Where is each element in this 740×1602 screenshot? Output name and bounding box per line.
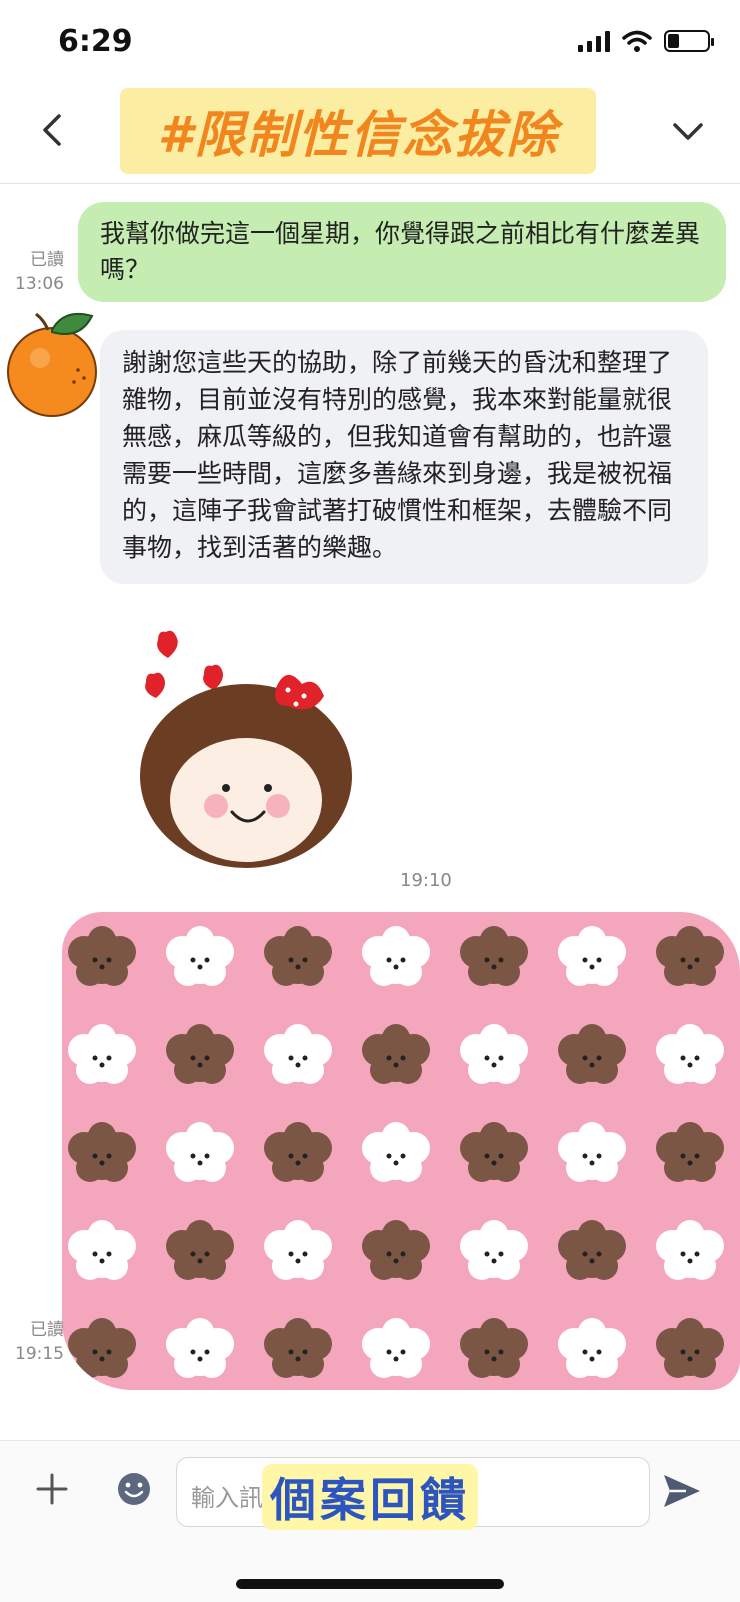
incoming-message-text: 謝謝您這些天的協助，除了前幾天的昏沈和整理了雜物，目前並沒有特別的感覺，我本來對… (122, 348, 673, 562)
white-dog-icon (362, 1318, 430, 1378)
message-input-placeholder: 輸入訊 (191, 1484, 263, 1512)
white-dog-icon (460, 1024, 528, 1084)
chat-title-box: #限制性信念拔除 (120, 88, 596, 174)
orange-avatar-icon[interactable] (0, 310, 112, 420)
outgoing-message-text: 我幫你做完這一個星期，你覺得跟之前相比有什麼差異嗎？ (100, 219, 701, 284)
chevron-left-icon (43, 114, 61, 146)
blurred-image-message[interactable] (62, 912, 740, 1390)
incoming-message-bubble[interactable]: 謝謝您這些天的協助，除了前幾天的昏沈和整理了雜物，目前並沒有特別的感覺，我本來對… (100, 330, 708, 584)
dog-pattern-image (68, 926, 724, 1378)
brown-dog-icon (558, 1024, 626, 1084)
white-dog-icon (166, 926, 234, 986)
white-dog-icon (362, 1122, 430, 1182)
white-dog-icon (166, 1122, 234, 1182)
brown-dog-icon (558, 1220, 626, 1280)
brown-dog-icon (264, 926, 332, 986)
menu-button[interactable] (666, 110, 710, 154)
brown-dog-icon (460, 1122, 528, 1182)
message-time: 13:06 (15, 274, 64, 294)
brown-dog-icon (264, 1318, 332, 1378)
status-time: 6:29 (58, 24, 133, 59)
white-dog-icon (656, 1024, 724, 1084)
chevron-down-icon (673, 123, 703, 140)
white-dog-icon (264, 1024, 332, 1084)
white-dog-icon (656, 1220, 724, 1280)
status-bar: 6:29 (0, 0, 740, 86)
smiley-icon[interactable] (116, 1471, 152, 1507)
send-icon[interactable] (660, 1469, 704, 1513)
outgoing-message-bubble[interactable]: 我幫你做完這一個星期，你覺得跟之前相比有什麼差異嗎？ (78, 202, 726, 302)
girl-sticker-image[interactable] (128, 624, 368, 884)
brown-dog-icon (656, 926, 724, 986)
chat-header: #限制性信念拔除 (0, 86, 740, 184)
brown-dog-icon (166, 1220, 234, 1280)
home-indicator[interactable] (236, 1579, 504, 1589)
brown-dog-icon (656, 1122, 724, 1182)
chat-title: #限制性信念拔除 (157, 106, 559, 164)
signal-icon (578, 30, 610, 52)
message-time: 19:15 (15, 1344, 64, 1364)
brown-dog-icon (264, 1122, 332, 1182)
white-dog-icon (166, 1318, 234, 1378)
white-dog-icon (558, 926, 626, 986)
white-dog-icon (558, 1318, 626, 1378)
white-dog-icon (460, 1220, 528, 1280)
brown-dog-icon (362, 1220, 430, 1280)
status-icons (578, 30, 714, 52)
read-label: 已讀 (30, 250, 64, 270)
plus-icon (36, 1473, 68, 1505)
brown-dog-icon (68, 926, 136, 986)
white-dog-icon (558, 1122, 626, 1182)
brown-dog-icon (460, 1318, 528, 1378)
back-button[interactable] (30, 108, 74, 152)
read-label: 已讀 (30, 1320, 64, 1340)
white-dog-icon (264, 1220, 332, 1280)
message-meta-1: 已讀 13:06 (12, 248, 64, 296)
brown-dog-icon (460, 926, 528, 986)
brown-dog-icon (656, 1318, 724, 1378)
brown-dog-icon (166, 1024, 234, 1084)
wifi-icon (622, 30, 652, 52)
battery-level (668, 34, 680, 48)
brown-dog-icon (362, 1024, 430, 1084)
chat-area[interactable]: 已讀 13:06 我幫你做完這一個星期，你覺得跟之前相比有什麼差異嗎？ 謝謝您這… (0, 184, 740, 1440)
white-dog-icon (68, 1220, 136, 1280)
plus-button[interactable] (32, 1469, 72, 1509)
battery-icon (664, 30, 714, 52)
case-feedback-stamp: 個案回饋 (262, 1464, 478, 1530)
brown-dog-icon (68, 1122, 136, 1182)
message-meta-2: 已讀 19:15 (12, 1318, 64, 1366)
brown-dog-icon (68, 1318, 136, 1378)
sticker-time: 19:10 (400, 870, 452, 891)
white-dog-icon (362, 926, 430, 986)
white-dog-icon (68, 1024, 136, 1084)
